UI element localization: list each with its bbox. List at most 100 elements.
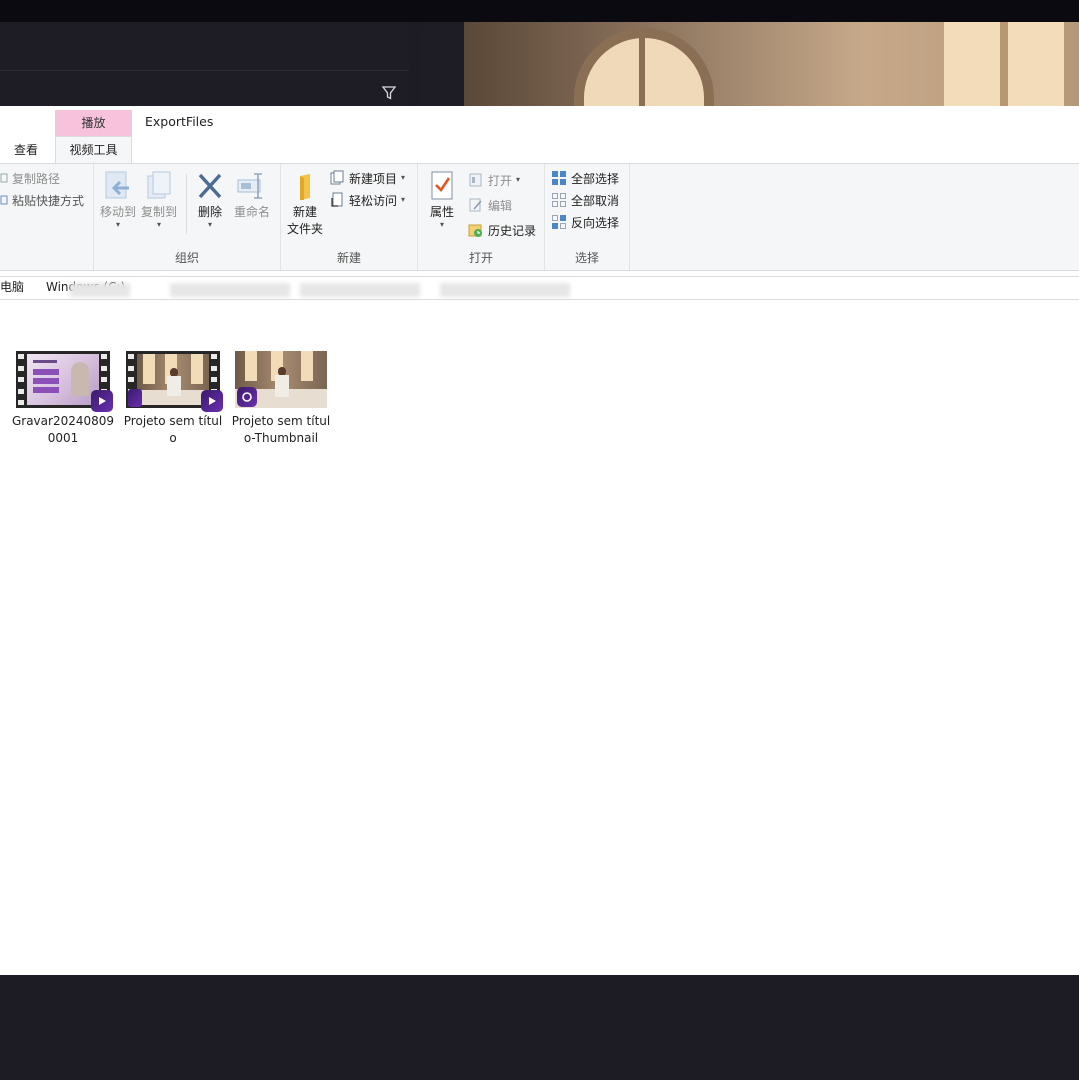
ribbon: 复制路径 粘贴快捷方式 移动到 ▾ 复制到 ▾ 删除 ▾ 重命名 组织 新建 文… <box>0 163 1079 271</box>
delete-icon <box>198 173 222 199</box>
properties-icon <box>431 171 453 200</box>
copy-to-caret-icon: ▾ <box>156 220 161 229</box>
copy-to-icon <box>147 171 171 199</box>
open-label: 打开 <box>488 173 513 188</box>
filter-icon[interactable] <box>381 85 397 101</box>
copy-path-button[interactable]: 复制路径 <box>0 168 60 188</box>
organize-group: 移动到 ▾ 复制到 ▾ 删除 ▾ 重命名 组织 <box>94 164 281 270</box>
window-title: ExportFiles <box>145 114 214 129</box>
open-group: 属性 ▾ 打开 ▾ 编辑 历史记录 打开 <box>418 164 545 270</box>
select-group: 全部选择 全部取消 反向选择 选择 <box>545 164 630 270</box>
file-item[interactable]: Gravar2024080​90001 <box>11 351 115 447</box>
file-item[interactable]: Projeto sem tí​tulo-Thumbnail <box>229 351 333 447</box>
invert-selection-button[interactable]: 反向选择 <box>551 212 619 232</box>
easy-access-icon <box>331 192 343 207</box>
file-list: Gravar2024080​90001 <box>0 300 1079 975</box>
file-name: Gravar2024080​90001 <box>11 414 115 445</box>
easy-access-label: 轻松访问 <box>349 193 398 208</box>
breadcrumb-pc[interactable]: 电脑 <box>0 277 24 298</box>
file-thumbnail <box>126 351 223 412</box>
file-explorer-window: 查看 播放 视频工具 ExportFiles 复制路径 粘贴快捷方式 移动到 ▾… <box>0 106 1079 975</box>
new-item-icon <box>330 170 344 185</box>
context-header-play: 播放 <box>55 110 132 136</box>
properties-button[interactable]: 属性 ▾ <box>424 170 460 229</box>
background-bottom-area <box>0 975 1079 1080</box>
file-name: Projeto sem tí​tulo-Thumbnail <box>231 414 331 445</box>
open-group-label: 打开 <box>468 251 493 265</box>
invert-selection-label: 反向选择 <box>571 215 620 230</box>
video-preview <box>464 22 1079 112</box>
copy-to-button[interactable]: 复制到 ▾ <box>140 170 178 229</box>
background-media-panel <box>0 22 409 112</box>
new-group-label: 新建 <box>336 251 361 265</box>
redacted-path-blur <box>300 283 420 297</box>
preview-arched-window <box>574 28 714 112</box>
move-to-caret-icon: ▾ <box>115 220 120 229</box>
new-item-button[interactable]: 新建项目 ▾ <box>329 168 405 188</box>
background-preview-panel <box>421 22 1079 112</box>
select-none-label: 全部取消 <box>571 193 620 208</box>
address-bar[interactable]: 电脑 Windows (C:) <box>0 276 1079 300</box>
select-none-icon <box>552 193 566 207</box>
paste-shortcut-button[interactable]: 粘贴快捷方式 <box>0 190 84 210</box>
history-icon <box>468 224 482 237</box>
video-app-small-badge-icon <box>128 389 142 407</box>
panel-divider <box>0 70 409 71</box>
delete-caret-icon: ▾ <box>207 220 212 229</box>
history-label: 历史记录 <box>488 223 537 238</box>
rename-button[interactable]: 重命名 <box>232 170 272 221</box>
tab-view[interactable]: 查看 <box>0 140 52 163</box>
delete-button[interactable]: 删除 ▾ <box>192 170 228 229</box>
select-all-button[interactable]: 全部选择 <box>551 168 619 188</box>
properties-caret-icon: ▾ <box>439 220 444 229</box>
file-name: Projeto sem tí​tulo <box>123 414 223 445</box>
clipboard-group: 复制路径 粘贴快捷方式 <box>0 164 94 270</box>
file-thumbnail <box>16 351 113 412</box>
select-none-button[interactable]: 全部取消 <box>551 190 619 210</box>
file-item[interactable]: Projeto sem tí​tulo <box>121 351 225 447</box>
background-top-bar <box>0 0 1079 22</box>
copy-path-icon <box>0 173 8 183</box>
select-group-label: 选择 <box>574 251 599 265</box>
open-button[interactable]: 打开 ▾ <box>468 170 520 190</box>
easy-access-caret-icon: ▾ <box>401 195 406 204</box>
tab-video-tools[interactable]: 视频工具 <box>55 136 132 163</box>
edit-button[interactable]: 编辑 <box>468 195 512 215</box>
video-tools-context: 播放 视频工具 <box>55 110 132 163</box>
edit-label: 编辑 <box>488 198 513 213</box>
copy-path-label: 复制路径 <box>12 171 61 186</box>
open-caret-icon: ▾ <box>516 175 521 184</box>
paste-shortcut-icon <box>0 195 8 205</box>
move-to-icon <box>105 171 129 199</box>
redacted-path-blur <box>440 283 570 297</box>
new-item-caret-icon: ▾ <box>401 173 406 182</box>
new-group: 新建 文件夹 新建项目 ▾ 轻松访问 ▾ 新建 <box>281 164 418 270</box>
new-item-label: 新建项目 <box>349 171 398 186</box>
new-folder-label-line1: 新建 <box>292 205 317 219</box>
rename-label: 重命名 <box>233 205 270 219</box>
new-folder-label-line2: 文件夹 <box>286 222 323 236</box>
copy-to-label: 复制到 <box>140 205 177 219</box>
video-app-badge-icon <box>91 390 113 412</box>
new-folder-button[interactable]: 新建 文件夹 <box>285 170 325 238</box>
history-button[interactable]: 历史记录 <box>468 220 536 240</box>
move-to-label: 移动到 <box>99 205 136 219</box>
organize-group-label: 组织 <box>174 251 199 265</box>
rename-icon <box>237 173 262 199</box>
new-folder-icon <box>300 174 310 200</box>
move-to-button[interactable]: 移动到 ▾ <box>99 170 137 229</box>
open-icon <box>469 173 482 187</box>
thumbnail-app-badge-icon <box>237 387 257 407</box>
delete-label: 删除 <box>197 205 222 219</box>
redacted-path-blur <box>70 283 130 297</box>
select-all-icon <box>552 171 566 185</box>
organize-divider <box>186 174 187 234</box>
properties-label: 属性 <box>429 205 454 219</box>
video-app-badge-icon <box>201 390 223 412</box>
easy-access-button[interactable]: 轻松访问 ▾ <box>329 190 405 210</box>
select-all-label: 全部选择 <box>571 171 620 186</box>
file-thumbnail <box>235 351 327 408</box>
paste-shortcut-label: 粘贴快捷方式 <box>12 193 85 208</box>
preview-window <box>944 22 1064 112</box>
ribbon-tabs: 查看 播放 视频工具 ExportFiles <box>0 106 1079 163</box>
